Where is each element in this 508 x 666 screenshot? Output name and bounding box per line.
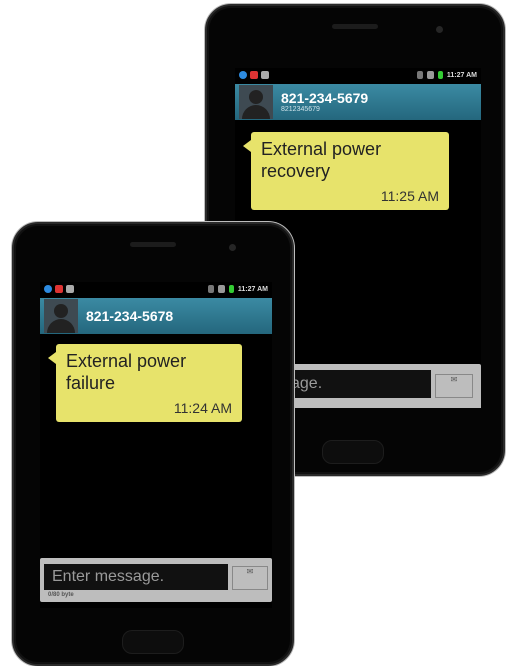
send-icon[interactable]: ✉ — [232, 566, 268, 590]
message-text: External power recovery — [261, 139, 382, 181]
avatar — [44, 299, 78, 333]
message-icon — [66, 285, 74, 293]
wifi-icon — [207, 285, 214, 293]
home-button[interactable] — [122, 630, 184, 654]
signal-icon — [217, 285, 225, 293]
front-screen: 11:27 AM 821-234-5678 External power fai… — [40, 282, 272, 608]
status-time: 11:27 AM — [237, 285, 268, 293]
signal-icon — [426, 71, 434, 79]
speaker — [130, 242, 176, 247]
alert-icon — [55, 285, 63, 293]
speaker — [332, 24, 378, 29]
status-bar: 11:27 AM — [235, 68, 481, 82]
camera — [436, 26, 443, 33]
battery-icon — [437, 71, 443, 79]
avatar — [239, 85, 273, 119]
composer: Enter message. ✉ 0/80 byte — [40, 558, 272, 602]
camera — [229, 244, 236, 251]
notification-icon — [44, 285, 52, 293]
status-time: 11:27 AM — [446, 71, 477, 79]
send-icon[interactable]: ✉ — [435, 374, 473, 398]
home-button[interactable] — [322, 440, 384, 464]
message-icon — [261, 71, 269, 79]
message-input[interactable]: Enter message. — [44, 564, 228, 590]
conversation-header[interactable]: 821-234-5679 8212345679 — [235, 84, 481, 120]
message-text: External power failure — [66, 351, 187, 393]
input-placeholder: Enter message. — [52, 568, 165, 585]
message-bubble: External power failure 11:24 AM — [48, 344, 242, 422]
front-phone: 11:27 AM 821-234-5678 External power fai… — [12, 222, 294, 666]
message-bubble: External power recovery 11:25 AM — [243, 132, 449, 210]
message-time: 11:24 AM — [173, 400, 232, 416]
byte-counter: 0/80 byte — [48, 592, 74, 598]
contact-number: 821-234-5678 — [86, 307, 174, 324]
message-time: 11:25 AM — [380, 188, 439, 204]
alert-icon — [250, 71, 258, 79]
conversation-header[interactable]: 821-234-5678 — [40, 298, 272, 334]
notification-icon — [239, 71, 247, 79]
contact-subtext: 8212345679 — [281, 105, 320, 113]
battery-icon — [228, 285, 234, 293]
status-bar: 11:27 AM — [40, 282, 272, 296]
contact-number: 821-234-5679 — [281, 89, 369, 106]
wifi-icon — [416, 71, 423, 79]
